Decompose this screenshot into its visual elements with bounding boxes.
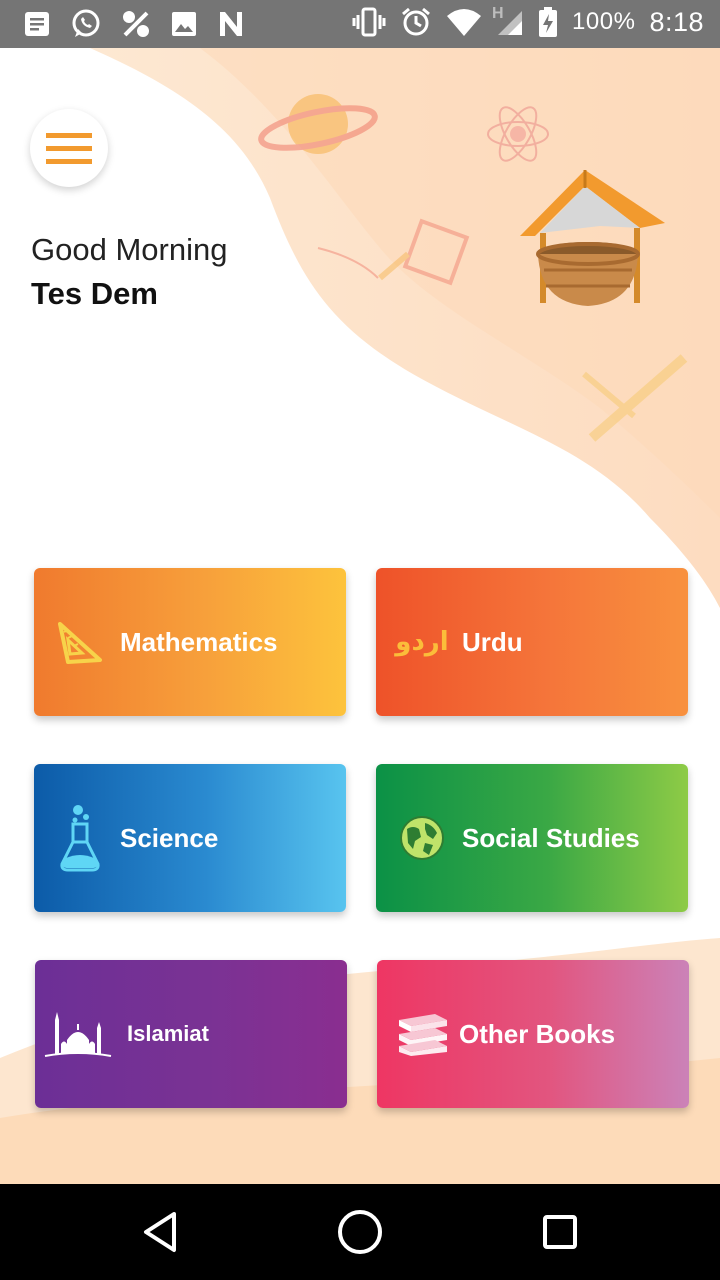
mosque-icon <box>43 1006 113 1062</box>
subject-card-social-studies[interactable]: Social Studies <box>376 764 688 912</box>
clock: 8:18 <box>649 6 704 37</box>
menu-button[interactable] <box>30 109 108 187</box>
subject-card-science[interactable]: Science <box>34 764 346 912</box>
n-icon <box>216 9 246 39</box>
percent-icon <box>120 8 152 40</box>
urdu-script-icon: اردو <box>394 614 450 670</box>
recents-icon <box>543 1215 577 1249</box>
battery-charging-icon <box>538 6 558 38</box>
whatsapp-icon <box>70 8 102 40</box>
globe-icon <box>394 810 450 866</box>
app-content: Good Morning Tes Dem Mathematics اردو Ur… <box>0 48 720 1184</box>
subject-label: Mathematics <box>120 626 278 657</box>
subject-label: Social Studies <box>462 822 640 853</box>
battery-percent: 100% <box>572 8 636 35</box>
home-button[interactable] <box>336 1208 384 1256</box>
home-icon <box>338 1210 382 1254</box>
subject-card-mathematics[interactable]: Mathematics <box>34 568 346 716</box>
subject-label: Science <box>120 822 219 853</box>
hamburger-icon <box>46 133 92 164</box>
signal-icon: H <box>492 5 524 37</box>
image-icon <box>170 10 198 38</box>
network-type: H <box>492 5 504 22</box>
wifi-icon <box>446 7 482 37</box>
subject-card-islamiat[interactable]: Islamiat <box>35 960 347 1108</box>
user-name: Tes Dem <box>31 276 158 311</box>
notes-icon <box>22 9 52 39</box>
greeting-text: Good Morning <box>31 232 228 267</box>
set-square-icon <box>52 614 108 670</box>
subject-card-other-books[interactable]: Other Books <box>377 960 689 1108</box>
status-bar: H 100% 8:18 <box>0 0 720 48</box>
urdu-script-text: اردو <box>395 627 449 657</box>
subject-label: Other Books <box>459 1018 616 1049</box>
subject-label: Islamiat <box>127 1021 209 1046</box>
back-icon <box>144 1212 176 1252</box>
recents-button[interactable] <box>536 1208 584 1256</box>
vibrate-icon <box>352 7 386 37</box>
subject-card-urdu[interactable]: اردو Urdu <box>376 568 688 716</box>
flask-icon <box>52 805 108 872</box>
system-icons: H 100% 8:18 <box>352 5 704 38</box>
books-stack-icon <box>395 1006 451 1062</box>
subject-label: Urdu <box>462 626 523 657</box>
back-button[interactable] <box>136 1208 184 1256</box>
notification-icons <box>22 8 246 40</box>
alarm-icon <box>400 6 432 38</box>
navigation-bar <box>0 1184 720 1280</box>
